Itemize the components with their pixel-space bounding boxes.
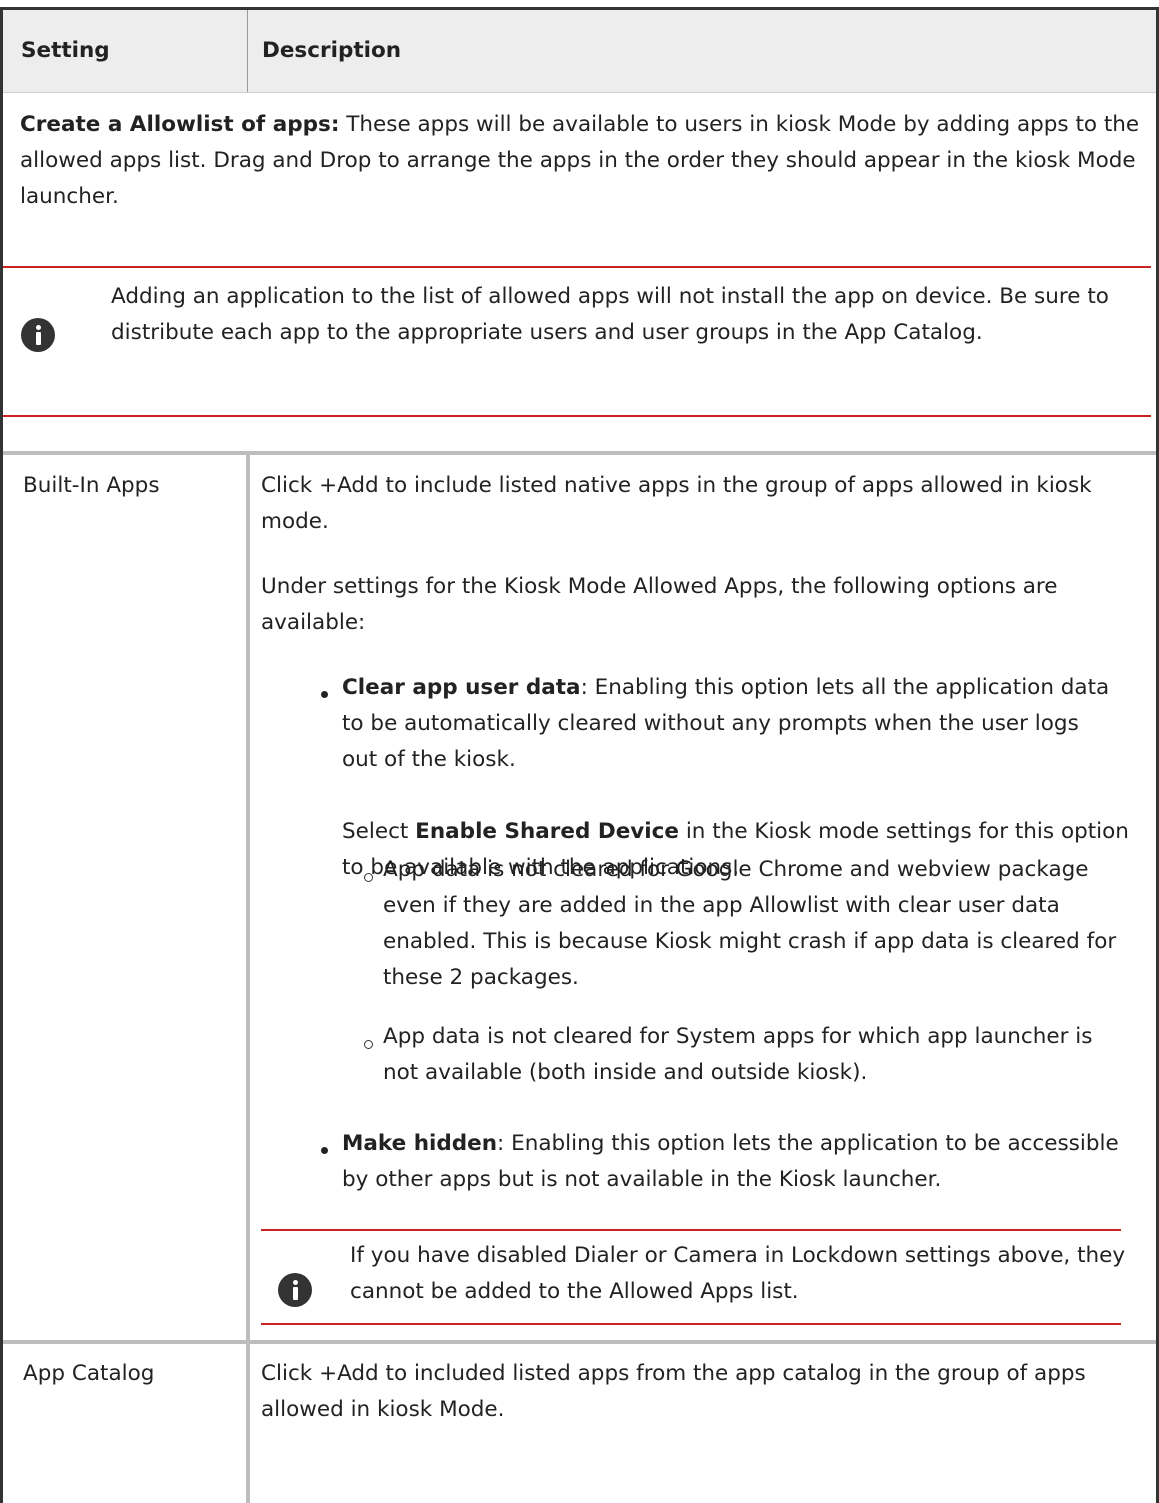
- built-in-desc-1: Click +Add to include listed native apps…: [261, 473, 1092, 534]
- intro-note-text: Adding an application to the list of all…: [111, 284, 1109, 345]
- built-in-note-text: If you have disabled Dialer or Camera in…: [350, 1243, 1126, 1304]
- app-catalog-desc: Click +Add to included listed apps from …: [261, 1361, 1086, 1422]
- intro-bold: Create a Allowlist of apps:: [20, 112, 340, 137]
- bullet-make-hidden: Make hidden: Enabling this option lets t…: [342, 1126, 1127, 1198]
- row-divider: [3, 1340, 1156, 1344]
- setting-built-in-apps: Built-In Apps: [23, 473, 160, 498]
- bullet-title: Make hidden: [342, 1131, 498, 1156]
- settings-table: Setting Description Create a Allowlist o…: [0, 7, 1159, 1503]
- bullet-dot: [321, 1147, 328, 1154]
- note-top-rule: [3, 266, 1151, 268]
- header-setting: Setting: [3, 10, 248, 92]
- table-header: Setting Description: [3, 10, 1156, 93]
- row-divider: [3, 451, 1156, 455]
- info-icon: [21, 318, 55, 352]
- note-bottom-rule: [261, 1323, 1121, 1325]
- sub-bullet-circle: [364, 873, 373, 882]
- header-description: Description: [262, 38, 402, 63]
- bullet-dot: [321, 691, 328, 698]
- sub-bullet-system-apps: App data is not cleared for System apps …: [383, 1024, 1093, 1085]
- sub-bullet-circle: [364, 1040, 373, 1049]
- setting-app-catalog: App Catalog: [23, 1361, 155, 1386]
- intro-row: Create a Allowlist of apps: These apps w…: [3, 93, 1156, 454]
- sub-bullet-chrome: App data is not cleared for Google Chrom…: [383, 857, 1117, 990]
- note-bottom-rule: [3, 415, 1151, 417]
- bullet-title: Clear app user data: [342, 675, 581, 700]
- note-top-rule: [261, 1229, 1121, 1231]
- select-prefix: Select: [342, 819, 416, 844]
- document-page: Setting Description Create a Allowlist o…: [0, 0, 1159, 1503]
- built-in-desc-2: Under settings for the Kiosk Mode Allowe…: [261, 574, 1058, 635]
- select-bold: Enable Shared Device: [415, 819, 679, 844]
- column-divider: [246, 451, 250, 1503]
- intro-paragraph: Create a Allowlist of apps: These apps w…: [20, 107, 1145, 215]
- bullet-clear-app-user-data: Clear app user data: Enabling this optio…: [342, 670, 1117, 778]
- info-icon: [278, 1273, 312, 1307]
